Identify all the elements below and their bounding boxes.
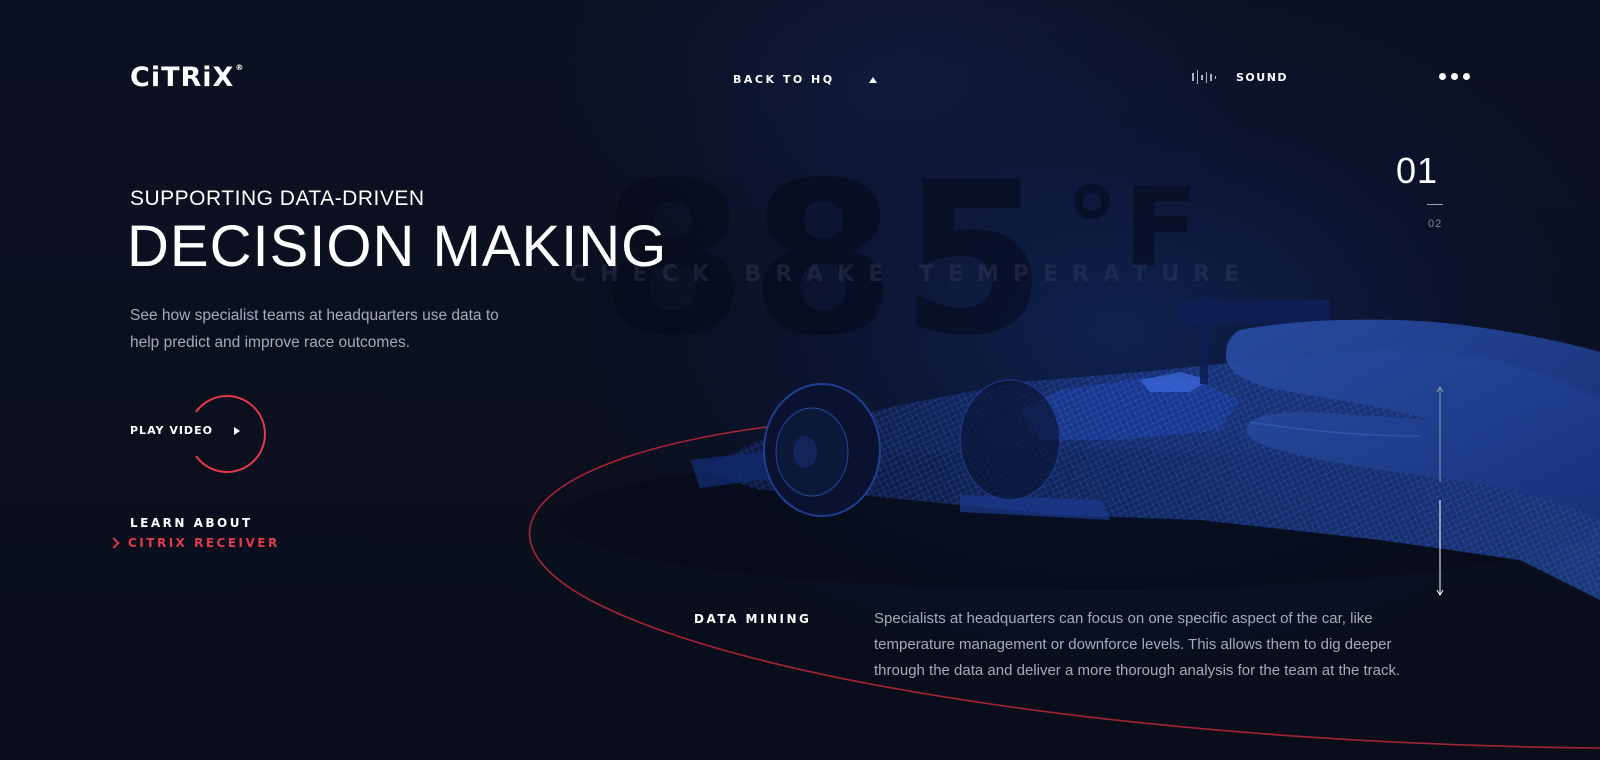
more-dots-icon[interactable] (1439, 73, 1470, 80)
learn-about-link[interactable]: LEARN ABOUT CITRIX RECEIVER (108, 516, 280, 550)
citrix-receiver-link[interactable]: CITRIX RECEIVER (108, 536, 280, 550)
play-video-button[interactable]: PLAY VIDEO (130, 394, 290, 474)
citrix-logo[interactable]: CiTRiX® (130, 62, 244, 93)
hero-description: See how specialist teams at headquarters… (130, 307, 499, 351)
back-to-hq-label: BACK TO HQ (733, 73, 835, 86)
front-wheel (763, 383, 881, 517)
chevron-right-icon (108, 537, 120, 549)
learn-about-label: LEARN ABOUT (130, 516, 253, 530)
slide-counter-next[interactable]: 02 (1428, 218, 1442, 230)
logo-text: CiTRiX (130, 62, 235, 93)
scroll-up-arrow-icon[interactable] (1436, 386, 1444, 482)
caret-up-icon (868, 76, 877, 83)
sound-label: SOUND (1236, 70, 1289, 84)
sound-toggle[interactable]: SOUND (1192, 70, 1288, 84)
data-mining-label: DATA MINING (694, 612, 812, 626)
sound-wave-icon (1192, 70, 1216, 84)
play-progress-ring (195, 395, 266, 473)
scroll-down-arrow-icon[interactable] (1436, 500, 1444, 598)
hero-title: DECISION MAKING (127, 214, 668, 279)
logo-registered-mark: ® (235, 63, 245, 72)
hero-stage: 885 °F CHECK BRAKE TEMPERATURE CiTRiX® BA… (0, 0, 1600, 760)
brake-temperature-caption: CHECK BRAKE TEMPERATURE (570, 262, 1254, 287)
brake-temperature-readout: 885 °F (600, 155, 1203, 365)
temperature-value: 885 (600, 137, 1051, 382)
slide-counter-divider (1427, 204, 1443, 205)
back-to-hq-link[interactable]: BACK TO HQ (733, 73, 877, 86)
hero-kicker: SUPPORTING DATA-DRIVEN (130, 187, 425, 210)
citrix-receiver-label: CITRIX RECEIVER (128, 536, 280, 550)
slide-counter-current: 01 (1396, 150, 1439, 191)
data-mining-text: Specialists at headquarters can focus on… (874, 610, 1401, 679)
